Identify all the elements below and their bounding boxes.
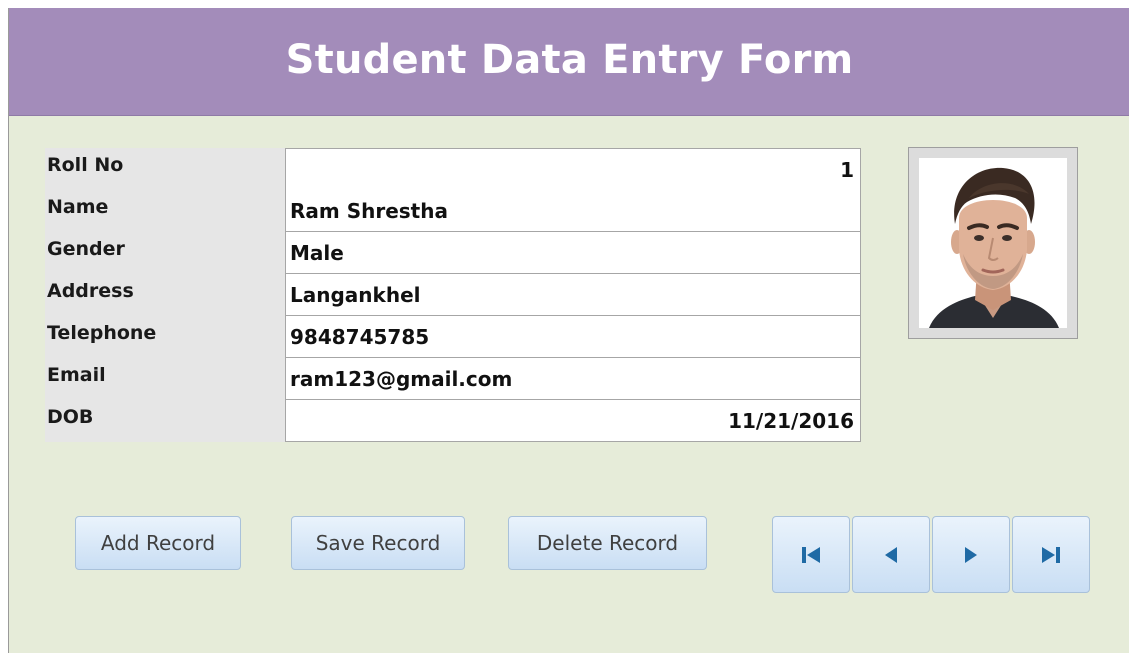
previous-record-icon — [885, 546, 897, 563]
address-field[interactable]: Langankhel — [285, 274, 861, 316]
field-row-name: Name Ram Shrestha — [45, 190, 861, 232]
name-field[interactable]: Ram Shrestha — [285, 190, 861, 232]
next-record-icon — [965, 546, 977, 563]
delete-record-button[interactable]: Delete Record — [508, 516, 707, 570]
name-label: Name — [45, 190, 285, 232]
dob-field[interactable]: 11/21/2016 — [285, 400, 861, 442]
form-window: Student Data Entry Form Roll No 1 Name R… — [8, 8, 1129, 653]
last-record-button[interactable] — [1012, 516, 1090, 593]
next-record-button[interactable] — [932, 516, 1010, 593]
roll-no-field[interactable]: 1 — [285, 148, 861, 191]
student-photo-frame — [908, 147, 1078, 339]
field-row-gender: Gender Male — [45, 232, 861, 274]
form-header: Student Data Entry Form — [9, 8, 1129, 116]
field-row-address: Address Langankhel — [45, 274, 861, 316]
field-row-roll-no: Roll No 1 — [45, 148, 861, 191]
student-photo — [919, 158, 1067, 328]
roll-no-label: Roll No — [45, 148, 285, 190]
dob-label: DOB — [45, 400, 285, 442]
add-record-button[interactable]: Add Record — [75, 516, 241, 570]
field-row-telephone: Telephone 9848745785 — [45, 316, 861, 358]
field-row-dob: DOB 11/21/2016 — [45, 400, 861, 442]
form-title: Student Data Entry Form — [285, 36, 854, 83]
student-portrait-icon — [919, 158, 1067, 328]
telephone-field[interactable]: 9848745785 — [285, 316, 861, 358]
email-field[interactable]: ram123@gmail.com — [285, 358, 861, 400]
field-row-email: Email ram123@gmail.com — [45, 358, 861, 400]
last-record-icon — [1042, 546, 1060, 563]
fields-section: Roll No 1 Name Ram Shrestha Gender Male … — [45, 148, 861, 442]
telephone-label: Telephone — [45, 316, 285, 358]
previous-record-button[interactable] — [852, 516, 930, 593]
gender-field[interactable]: Male — [285, 232, 861, 274]
save-record-button[interactable]: Save Record — [291, 516, 465, 570]
first-record-button[interactable] — [772, 516, 850, 593]
address-label: Address — [45, 274, 285, 316]
first-record-icon — [802, 546, 820, 563]
gender-label: Gender — [45, 232, 285, 274]
email-label: Email — [45, 358, 285, 400]
